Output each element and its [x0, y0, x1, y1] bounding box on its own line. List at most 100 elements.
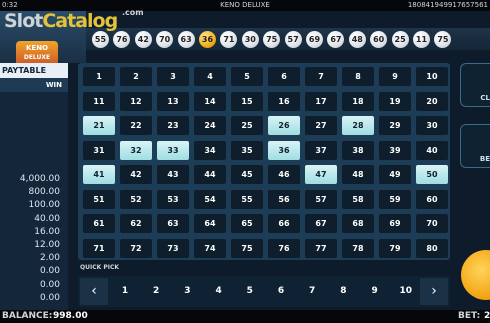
quick-pick-option[interactable]: 2	[141, 278, 171, 305]
board-number-cell[interactable]: 58	[342, 189, 374, 209]
board-number-cell[interactable]: 24	[194, 116, 226, 135]
board-number-cell[interactable]: 12	[120, 91, 152, 111]
board-number-cell[interactable]: 66	[268, 214, 300, 233]
board-number-cell[interactable]: 77	[305, 238, 337, 258]
board-number-cell[interactable]: 21	[83, 116, 115, 135]
board-number-cell[interactable]: 5	[231, 67, 263, 86]
board-number-cell[interactable]: 46	[268, 165, 300, 184]
board-number-cell[interactable]: 15	[231, 91, 263, 111]
board-number-cell[interactable]: 34	[194, 140, 226, 160]
quick-pick-option[interactable]: 7	[297, 278, 327, 305]
quick-pick-option[interactable]: 8	[328, 278, 358, 305]
quick-pick-option[interactable]: 5	[235, 278, 265, 305]
watermark-domain: .com	[122, 8, 144, 17]
board-number-cell[interactable]: 13	[157, 91, 189, 111]
board-number-cell[interactable]: 35	[231, 140, 263, 160]
board-number-cell[interactable]: 1	[83, 67, 115, 86]
quick-pick-option[interactable]: 3	[172, 278, 202, 305]
board-number-cell[interactable]: 25	[231, 116, 263, 135]
clear-button[interactable]: CL	[460, 63, 490, 107]
board-number-cell[interactable]: 26	[268, 116, 300, 135]
board-number-cell[interactable]: 74	[194, 238, 226, 258]
board-number-cell[interactable]: 49	[379, 165, 411, 184]
board-number-cell[interactable]: 55	[231, 189, 263, 209]
board-number-cell[interactable]: 53	[157, 189, 189, 209]
board-number-cell[interactable]: 43	[157, 165, 189, 184]
board-number-cell[interactable]: 75	[231, 238, 263, 258]
quick-pick-option[interactable]: 4	[204, 278, 234, 305]
board-number-cell[interactable]: 18	[342, 91, 374, 111]
board-number-cell[interactable]: 29	[379, 116, 411, 135]
board-number-cell[interactable]: 71	[83, 238, 115, 258]
board-number-cell[interactable]: 54	[194, 189, 226, 209]
board-number-cell[interactable]: 17	[305, 91, 337, 111]
board-number-cell[interactable]: 72	[120, 238, 152, 258]
board-number-cell[interactable]: 9	[379, 67, 411, 86]
board-number-cell[interactable]: 41	[83, 165, 115, 184]
board-number-cell[interactable]: 79	[379, 238, 411, 258]
board-number-cell[interactable]: 2	[120, 67, 152, 86]
board-number-cell[interactable]: 51	[83, 189, 115, 209]
session-id: 180841949917657561	[407, 1, 488, 9]
board-number-cell[interactable]: 78	[342, 238, 374, 258]
quick-pick-option[interactable]: 10	[391, 278, 421, 305]
drawn-ball: 30	[241, 31, 259, 48]
board-number-cell[interactable]: 4	[194, 67, 226, 86]
board-number-cell[interactable]: 61	[83, 214, 115, 233]
board-number-cell[interactable]: 60	[416, 189, 448, 209]
board-number-cell[interactable]: 16	[268, 91, 300, 111]
chevron-left-icon[interactable]: ‹	[80, 278, 108, 305]
board-number-cell[interactable]: 30	[416, 116, 448, 135]
board-number-cell[interactable]: 65	[231, 214, 263, 233]
board-number-cell[interactable]: 57	[305, 189, 337, 209]
board-number-cell[interactable]: 68	[342, 214, 374, 233]
board-number-cell[interactable]: 7	[305, 67, 337, 86]
board-number-cell[interactable]: 52	[120, 189, 152, 209]
board-number-cell[interactable]: 40	[416, 140, 448, 160]
board-number-cell[interactable]: 20	[416, 91, 448, 111]
board-number-cell[interactable]: 80	[416, 238, 448, 258]
board-number-cell[interactable]: 44	[194, 165, 226, 184]
board-number-cell[interactable]: 22	[120, 116, 152, 135]
board-number-cell[interactable]: 11	[83, 91, 115, 111]
board-number-cell[interactable]: 10	[416, 67, 448, 86]
board-number-cell[interactable]: 45	[231, 165, 263, 184]
board-number-cell[interactable]: 59	[379, 189, 411, 209]
number-board: 1 2 3 4 5 6 7 8 9 10 11 12 13 14 15 16 17 18 19 20 21 22 23 24 2…	[78, 63, 450, 260]
quick-pick-option[interactable]: 6	[266, 278, 296, 305]
board-number-cell[interactable]: 64	[194, 214, 226, 233]
board-number-cell[interactable]: 23	[157, 116, 189, 135]
board-number-cell[interactable]: 19	[379, 91, 411, 111]
paytable-row: 100.00	[28, 200, 61, 211]
board-number-cell[interactable]: 70	[416, 214, 448, 233]
board-number-cell[interactable]: 67	[305, 214, 337, 233]
board-number-cell[interactable]: 6	[268, 67, 300, 86]
bet-button[interactable]: BE	[460, 124, 490, 168]
board-number-cell[interactable]: 50	[416, 165, 448, 184]
play-button[interactable]	[461, 250, 490, 300]
board-number-cell[interactable]: 47	[305, 165, 337, 184]
board-number-cell[interactable]: 3	[157, 67, 189, 86]
board-number-cell[interactable]: 39	[379, 140, 411, 160]
board-number-cell[interactable]: 31	[83, 140, 115, 160]
board-number-cell[interactable]: 32	[120, 140, 152, 160]
board-number-cell[interactable]: 38	[342, 140, 374, 160]
board-number-cell[interactable]: 69	[379, 214, 411, 233]
quick-pick-option[interactable]: 9	[360, 278, 390, 305]
board-number-cell[interactable]: 28	[342, 116, 374, 135]
board-number-cell[interactable]: 33	[157, 140, 189, 160]
board-number-cell[interactable]: 56	[268, 189, 300, 209]
board-number-cell[interactable]: 73	[157, 238, 189, 258]
board-number-cell[interactable]: 42	[120, 165, 152, 184]
board-number-cell[interactable]: 63	[157, 214, 189, 233]
quick-pick-option[interactable]: 1	[110, 278, 140, 305]
board-number-cell[interactable]: 14	[194, 91, 226, 111]
board-number-cell[interactable]: 36	[268, 140, 300, 160]
board-number-cell[interactable]: 62	[120, 214, 152, 233]
board-number-cell[interactable]: 27	[305, 116, 337, 135]
board-number-cell[interactable]: 8	[342, 67, 374, 86]
chevron-right-icon[interactable]: ›	[420, 278, 448, 305]
board-number-cell[interactable]: 48	[342, 165, 374, 184]
board-number-cell[interactable]: 37	[305, 140, 337, 160]
board-number-cell[interactable]: 76	[268, 238, 300, 258]
